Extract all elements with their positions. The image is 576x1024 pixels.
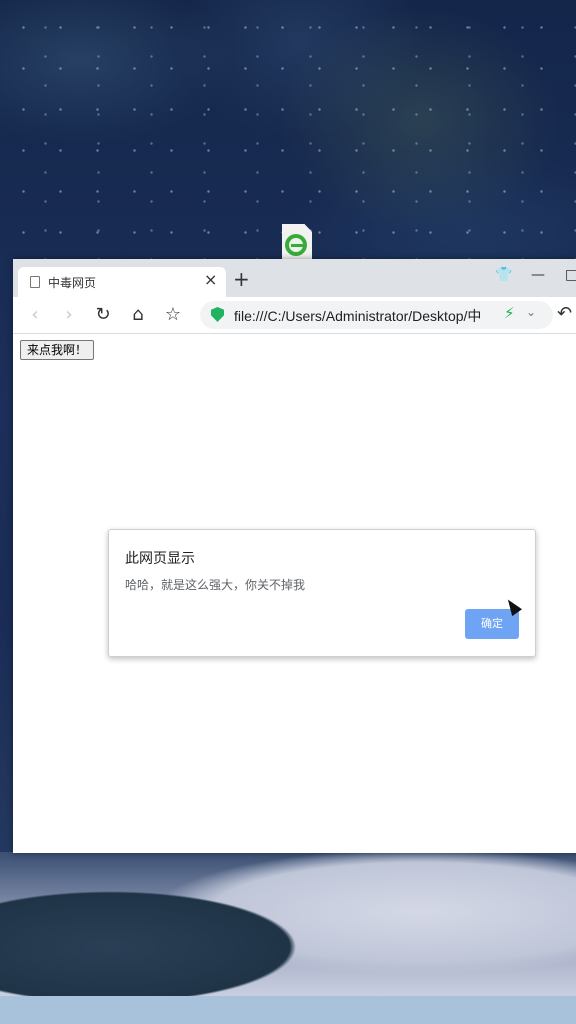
- new-tab-button[interactable]: +: [233, 269, 250, 289]
- shield-icon: [211, 307, 224, 322]
- alert-dialog: 此网页显示 哈哈，就是这么强大，你关不掉我 确定: [108, 529, 536, 657]
- toolbar: ‹ › ↻ ⌂ ☆ file:///C:/Users/Administrator…: [13, 297, 576, 334]
- undo-icon[interactable]: ↶: [557, 303, 572, 324]
- alert-title: 此网页显示: [125, 551, 195, 567]
- browser-logo-icon: [285, 234, 307, 256]
- alert-message: 哈哈，就是这么强大，你关不掉我: [125, 578, 306, 592]
- tab-title: 中毒网页: [48, 276, 97, 290]
- title-bar: 中毒网页 × + 👕 — □: [13, 259, 576, 297]
- url-text[interactable]: file:///C:/Users/Administrator/Desktop/中: [234, 306, 481, 326]
- reload-icon[interactable]: ↻: [91, 303, 115, 327]
- skin-icon[interactable]: 👕: [495, 267, 512, 283]
- ie-icon[interactable]: [280, 224, 314, 260]
- minimize-button[interactable]: —: [531, 267, 545, 283]
- page-icon: [30, 276, 40, 288]
- maximize-button[interactable]: □: [565, 267, 576, 283]
- tab-active[interactable]: 中毒网页 ×: [18, 267, 226, 297]
- address-bar[interactable]: file:///C:/Users/Administrator/Desktop/中…: [200, 301, 553, 329]
- wallpaper-stars: [0, 0, 576, 260]
- speed-mode-icon[interactable]: ⚡: [504, 304, 515, 322]
- chevron-down-icon[interactable]: ⌄: [526, 305, 536, 319]
- wallpaper-shore: [0, 852, 576, 996]
- close-tab-icon[interactable]: ×: [204, 270, 217, 289]
- home-icon[interactable]: ⌂: [126, 303, 150, 327]
- back-icon[interactable]: ‹: [23, 303, 47, 327]
- favorite-star-icon[interactable]: ☆: [161, 303, 185, 327]
- click-me-button[interactable]: 来点我啊！: [20, 340, 95, 360]
- taskbar[interactable]: [0, 996, 576, 1024]
- forward-icon[interactable]: ›: [57, 303, 81, 327]
